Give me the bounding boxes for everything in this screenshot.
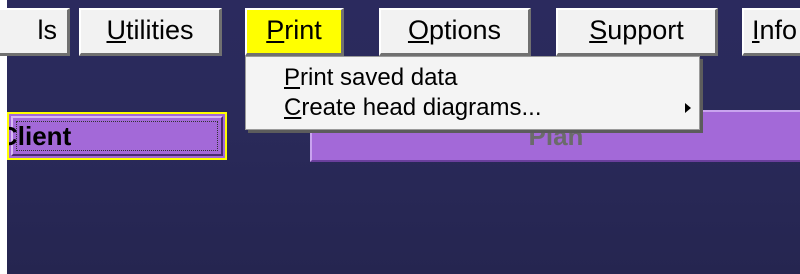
submenu-arrow-icon (685, 103, 691, 113)
client-button[interactable]: Client (7, 112, 227, 160)
menu-item-create-head-diagrams[interactable]: Create head diagrams... (284, 94, 541, 122)
print-dropdown-menu: Print saved data Create head diagrams... (245, 56, 700, 130)
menu-print[interactable]: Print (245, 8, 344, 56)
menu-tools[interactable]: ls (0, 8, 70, 56)
client-button-face: Client (9, 116, 223, 156)
menu-bar: ls Utilities Print Options Support Info (0, 0, 800, 62)
client-button-label: Client (9, 121, 72, 151)
menu-support-label: Support (589, 15, 684, 45)
menu-item-print-saved-data[interactable]: Print saved data (284, 64, 457, 92)
menu-options[interactable]: Options (379, 8, 531, 56)
menu-tools-label: ls (37, 15, 58, 45)
menu-utilities-label: Utilities (106, 15, 194, 45)
menu-info-label: Info (752, 15, 798, 45)
menu-support[interactable]: Support (556, 8, 718, 56)
menu-info[interactable]: Info (742, 8, 800, 56)
menu-options-label: Options (407, 15, 502, 45)
menu-utilities[interactable]: Utilities (79, 8, 222, 56)
menu-print-label: Print (266, 15, 322, 45)
